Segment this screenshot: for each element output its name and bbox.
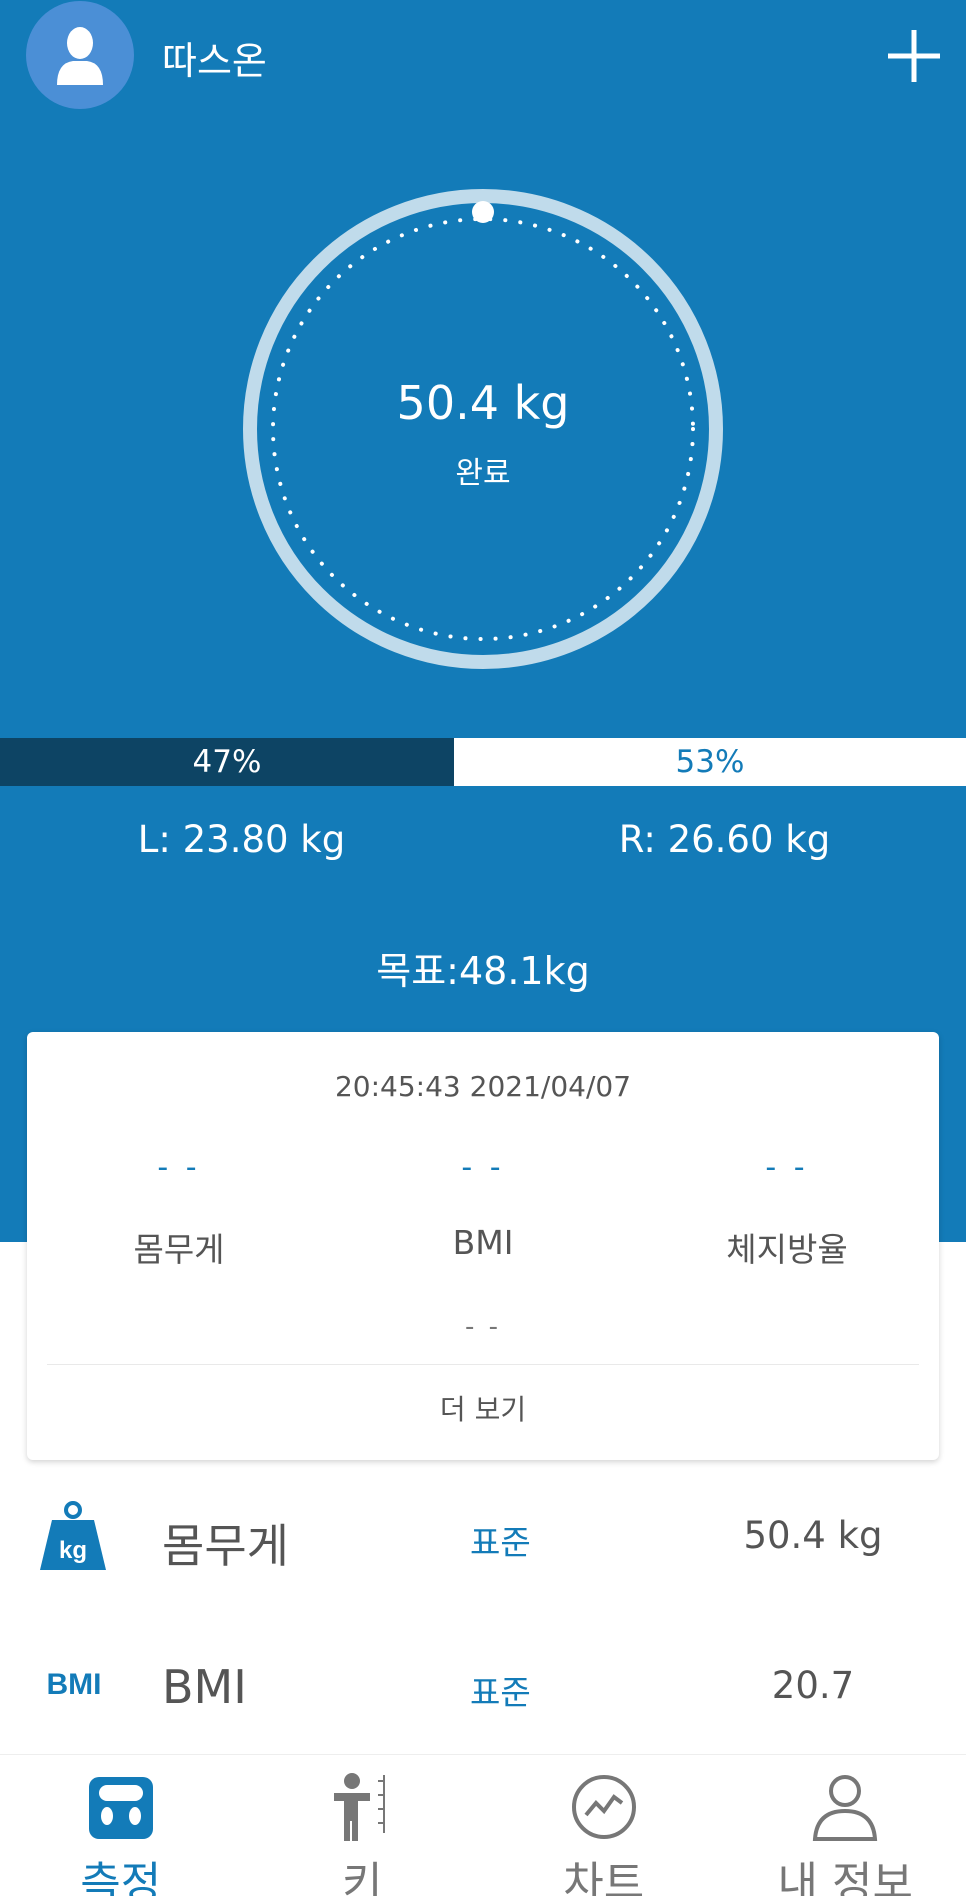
nav-label: 내 정보 [777,1858,913,1896]
chart-icon [571,1775,636,1839]
right-percent: 53% [454,738,966,786]
nav-item-measure[interactable]: 측정 [0,1755,242,1896]
nav-label: 키 [342,1858,383,1896]
card-label: 체지방율 [726,1230,848,1269]
person-silhouette-icon [57,27,103,85]
metric-row-bmi[interactable]: BMI BMI 표준 20.7 [0,1610,966,1756]
nav-item-profile[interactable]: 내 정보 [725,1755,966,1896]
left-weight: L: 23.80 kg [137,818,346,861]
card-extra-value: - - [464,1312,502,1342]
metric-status: 표준 [470,1523,531,1562]
nav-item-height[interactable]: 키 [242,1755,484,1896]
bmi-icon: BMI [47,1668,102,1701]
goal-weight[interactable]: 목표:48.1kg [0,940,966,995]
measurement-timestamp: 20:45:43 2021/04/07 [334,1070,632,1103]
height-icon [334,1773,386,1841]
card-value: - - [157,1150,201,1185]
card-value: - - [765,1150,809,1185]
last-measurement-card: 20:45:43 2021/04/07 - - 몸무게 - - BMI - - … [27,1032,939,1460]
card-label: 몸무게 [133,1230,225,1269]
username[interactable]: 따스온 [162,30,267,85]
card-column-weight: - - 몸무게 [27,1150,331,1271]
scale-icon [88,1777,153,1839]
card-column-body-fat: - - 체지방율 [635,1150,939,1271]
balance-bar: 47% 53% [0,738,966,786]
metric-name: BMI [162,1660,247,1714]
plus-icon[interactable] [884,26,944,86]
metric-value: 50.4 kg [743,1514,883,1557]
avatar[interactable] [26,1,134,109]
metric-value: 20.7 [771,1664,855,1707]
card-divider [47,1364,919,1365]
bottom-navigation: 측정 키 차트 내 정보 [0,1754,966,1896]
card-column-bmi: - - BMI [331,1150,635,1262]
svg-text:BMI: BMI [47,1668,102,1701]
metric-status: 표준 [470,1673,531,1712]
left-percent: 47% [0,738,455,786]
kg-weight-icon: kg [40,1501,106,1570]
metric-name: 몸무게 [162,1519,289,1573]
card-label: BMI [452,1223,514,1262]
profile-icon [813,1775,878,1841]
nav-item-chart[interactable]: 차트 [483,1755,725,1896]
card-value: - - [461,1150,505,1185]
current-weight: 50.4 kg [396,376,570,430]
right-weight: R: 26.60 kg [618,818,831,861]
metric-row-weight[interactable]: kg 몸무게 표준 50.4 kg [0,1464,966,1610]
nav-label: 차트 [563,1858,645,1896]
more-button[interactable]: 더 보기 [27,1388,939,1428]
measurement-status: 완료 [455,456,511,491]
nav-label: 측정 [80,1858,162,1896]
svg-text:kg: kg [59,1537,87,1564]
